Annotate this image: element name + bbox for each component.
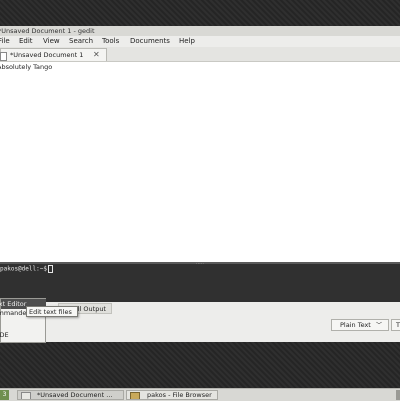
taskbar-item-label: pakos - File Browser [147,391,212,399]
chevron-down-icon: ﹀ [376,322,383,329]
terminal-prompt: pakos@dell:~$ [0,265,53,273]
language-label: Plain Text [340,321,371,329]
menu-edit[interactable]: Edit [19,36,33,47]
window-title: *Unsaved Document 1 - gedit [0,27,95,35]
window-titlebar[interactable]: *Unsaved Document 1 - gedit [0,26,400,36]
text-editor-icon [21,392,31,399]
menubar: File Edit View Search Tools Documents He… [0,36,400,47]
pane-resize-handle[interactable]: ····· [196,261,204,267]
menu-documents[interactable]: Documents [130,36,170,47]
editor-text: Absolutely Tango [0,63,53,71]
tab-label: *Unsaved Document 1 [10,51,84,59]
desktop-background-top [0,0,400,26]
menu-item-ade[interactable]: ADE [0,331,13,339]
taskbar-item-label: *Unsaved Document ... [37,391,113,399]
applications-popup-menu: Text Editor Commander ADE [0,298,46,343]
tab-unsaved-document-1[interactable]: *Unsaved Document 1 ✕ [0,48,107,61]
document-icon [0,52,7,61]
taskbar: 3 *Unsaved Document ... pakos - File Bro… [0,388,400,401]
menu-tools[interactable]: Tools [102,36,119,47]
gedit-window: *Unsaved Document 1 - gedit File Edit Vi… [0,26,400,264]
embedded-terminal[interactable]: ····· pakos@dell:~$ [0,261,400,304]
menu-file[interactable]: File [0,36,10,47]
language-selector[interactable]: Plain Text ﹀ [331,319,389,331]
taskbar-item-file-browser[interactable]: pakos - File Browser [126,390,218,400]
tab-bar: *Unsaved Document 1 ✕ [0,47,400,62]
tooltip: Edit text files [26,306,78,317]
taskbar-item-gedit[interactable]: *Unsaved Document ... [17,390,124,400]
desktop-background-bottom [0,342,400,388]
text-editor-area[interactable]: Absolutely Tango [0,62,400,264]
workspace-switcher[interactable]: 3 [0,390,9,400]
show-desktop-button[interactable] [396,390,400,400]
menu-view[interactable]: View [43,36,60,47]
menu-search[interactable]: Search [69,36,93,47]
close-tab-icon[interactable]: ✕ [93,49,100,61]
folder-icon [130,392,140,399]
menu-help[interactable]: Help [179,36,195,47]
tab-width-selector[interactable]: T [391,319,400,331]
terminal-cursor [47,265,53,273]
statusbar: Plain Text ﹀ T [0,318,400,332]
